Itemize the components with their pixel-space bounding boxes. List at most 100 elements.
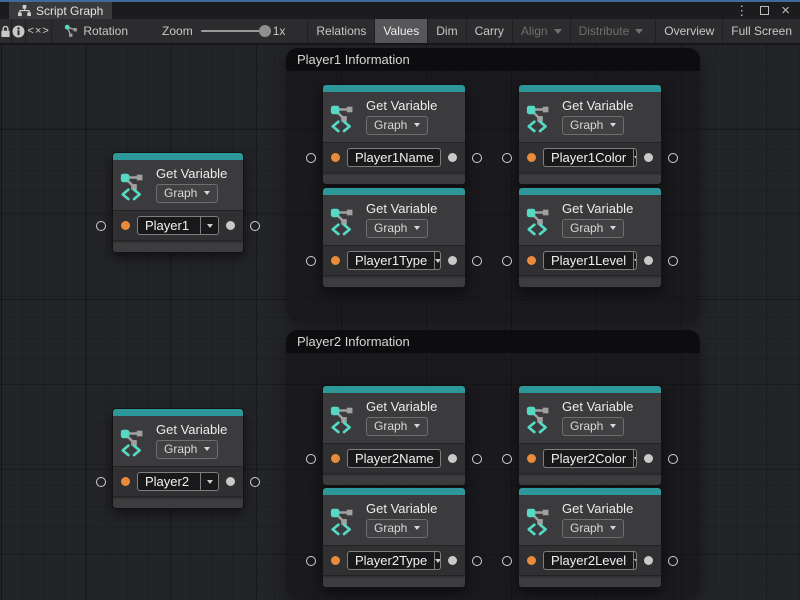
lock-button[interactable] [0, 19, 12, 43]
input-port-ring[interactable] [502, 256, 512, 266]
input-port-ring[interactable] [306, 153, 316, 163]
variable-dropdown-arrow[interactable] [633, 252, 637, 269]
value-output-port[interactable] [644, 256, 653, 265]
variable-name-dropdown[interactable]: Player2Name [347, 449, 441, 468]
variable-input-port[interactable] [527, 454, 536, 463]
variable-name-dropdown[interactable]: Player1Type [347, 251, 441, 270]
toolbar-button[interactable]: Carry [466, 19, 512, 43]
maximize-icon[interactable] [760, 6, 769, 15]
chevron-down-icon [414, 424, 420, 428]
graph-canvas[interactable]: Player1 Information Player2 Information … [0, 44, 800, 600]
output-port-ring[interactable] [250, 221, 260, 231]
variable-dropdown-arrow[interactable] [633, 450, 637, 467]
value-output-port[interactable] [448, 153, 457, 162]
group-header[interactable]: Player2 Information [286, 330, 700, 353]
output-port-ring[interactable] [472, 454, 482, 464]
variable-name-dropdown[interactable]: Player1Color [543, 148, 637, 167]
value-output-port[interactable] [226, 477, 235, 486]
toolbar-button[interactable]: Relations [307, 19, 374, 43]
variable-kind-dropdown[interactable]: Graph [156, 440, 218, 459]
get-variable-node[interactable]: Get Variable Graph Player2 [112, 408, 244, 509]
close-icon[interactable]: × [781, 3, 790, 18]
variable-input-port[interactable] [527, 556, 536, 565]
get-variable-node[interactable]: Get Variable Graph Player1Type [322, 187, 466, 288]
toolbar-button[interactable]: Overview [655, 19, 722, 43]
variable-input-port[interactable] [527, 153, 536, 162]
input-port-ring[interactable] [502, 454, 512, 464]
toolbar-button[interactable]: Align [512, 19, 570, 43]
toolbar-button[interactable]: Dim [427, 19, 465, 43]
input-port-ring[interactable] [96, 477, 106, 487]
get-variable-node[interactable]: Get Variable Graph Player2Type [322, 487, 466, 588]
info-button[interactable] [12, 19, 26, 43]
output-port-ring[interactable] [472, 153, 482, 163]
variable-dropdown-arrow[interactable] [200, 473, 218, 490]
get-variable-node[interactable]: Get Variable Graph Player2Level [518, 487, 662, 588]
input-port-ring[interactable] [502, 153, 512, 163]
variable-kind-dropdown[interactable]: Graph [562, 219, 624, 238]
variable-dropdown-arrow[interactable] [633, 552, 637, 569]
zoom-slider-track[interactable] [201, 30, 265, 32]
output-port-ring[interactable] [472, 256, 482, 266]
group-header[interactable]: Player1 Information [286, 48, 700, 71]
value-output-port[interactable] [644, 153, 653, 162]
variable-input-port[interactable] [331, 556, 340, 565]
input-port-ring[interactable] [306, 454, 316, 464]
variable-input-port[interactable] [331, 454, 340, 463]
variable-name-dropdown[interactable]: Player1 [137, 216, 219, 235]
more-menu-icon[interactable]: ⋮ [735, 4, 748, 17]
variable-kind-dropdown[interactable]: Graph [366, 417, 428, 436]
variable-name-dropdown[interactable]: Player1Level [543, 251, 637, 270]
input-port-ring[interactable] [306, 556, 316, 566]
output-port-ring[interactable] [668, 256, 678, 266]
value-output-port[interactable] [448, 454, 457, 463]
output-port-ring[interactable] [472, 556, 482, 566]
variable-input-port[interactable] [121, 221, 130, 230]
variable-kind-dropdown[interactable]: Graph [156, 184, 218, 203]
variable-dropdown-arrow[interactable] [434, 252, 441, 269]
variable-input-port[interactable] [121, 477, 130, 486]
variable-kind-dropdown[interactable]: Graph [366, 116, 428, 135]
input-port-ring[interactable] [306, 256, 316, 266]
variable-name-dropdown[interactable]: Player2Level [543, 551, 637, 570]
variable-dropdown-arrow[interactable] [434, 552, 441, 569]
code-preview-toggle[interactable]: <×> [26, 19, 52, 43]
variable-name-dropdown[interactable]: Player2Type [347, 551, 441, 570]
variable-dropdown-arrow[interactable] [200, 217, 218, 234]
get-variable-node[interactable]: Get Variable Graph Player2Name [322, 385, 466, 486]
get-variable-node[interactable]: Get Variable Graph Player2Color [518, 385, 662, 486]
variable-name-dropdown[interactable]: Player2Color [543, 449, 637, 468]
get-variable-node[interactable]: Get Variable Graph Player1Level [518, 187, 662, 288]
variable-kind-dropdown[interactable]: Graph [366, 519, 428, 538]
get-variable-node[interactable]: Get Variable Graph Player1Name [322, 84, 466, 185]
input-port-ring[interactable] [96, 221, 106, 231]
toolbar-button[interactable]: Values [374, 19, 427, 43]
value-output-port[interactable] [644, 454, 653, 463]
toolbar-button[interactable]: Distribute [570, 19, 652, 43]
zoom-slider-handle[interactable] [259, 25, 271, 37]
variable-input-port[interactable] [331, 153, 340, 162]
output-port-ring[interactable] [250, 477, 260, 487]
value-output-port[interactable] [644, 556, 653, 565]
variable-kind-dropdown[interactable]: Graph [562, 519, 624, 538]
value-output-port[interactable] [448, 556, 457, 565]
tab-script-graph[interactable]: Script Graph [9, 2, 112, 19]
variable-kind-label: Graph [164, 442, 197, 456]
output-port-ring[interactable] [668, 153, 678, 163]
value-output-port[interactable] [448, 256, 457, 265]
variable-name-dropdown[interactable]: Player2 [137, 472, 219, 491]
toolbar-button[interactable]: Full Screen [722, 19, 800, 43]
value-output-port[interactable] [226, 221, 235, 230]
variable-dropdown-arrow[interactable] [633, 149, 637, 166]
variable-input-port[interactable] [527, 256, 536, 265]
variable-kind-dropdown[interactable]: Graph [366, 219, 428, 238]
get-variable-node[interactable]: Get Variable Graph Player1 [112, 152, 244, 253]
variable-kind-dropdown[interactable]: Graph [562, 417, 624, 436]
variable-input-port[interactable] [331, 256, 340, 265]
variable-name-dropdown[interactable]: Player1Name [347, 148, 441, 167]
output-port-ring[interactable] [668, 556, 678, 566]
input-port-ring[interactable] [502, 556, 512, 566]
variable-kind-dropdown[interactable]: Graph [562, 116, 624, 135]
output-port-ring[interactable] [668, 454, 678, 464]
get-variable-node[interactable]: Get Variable Graph Player1Color [518, 84, 662, 185]
